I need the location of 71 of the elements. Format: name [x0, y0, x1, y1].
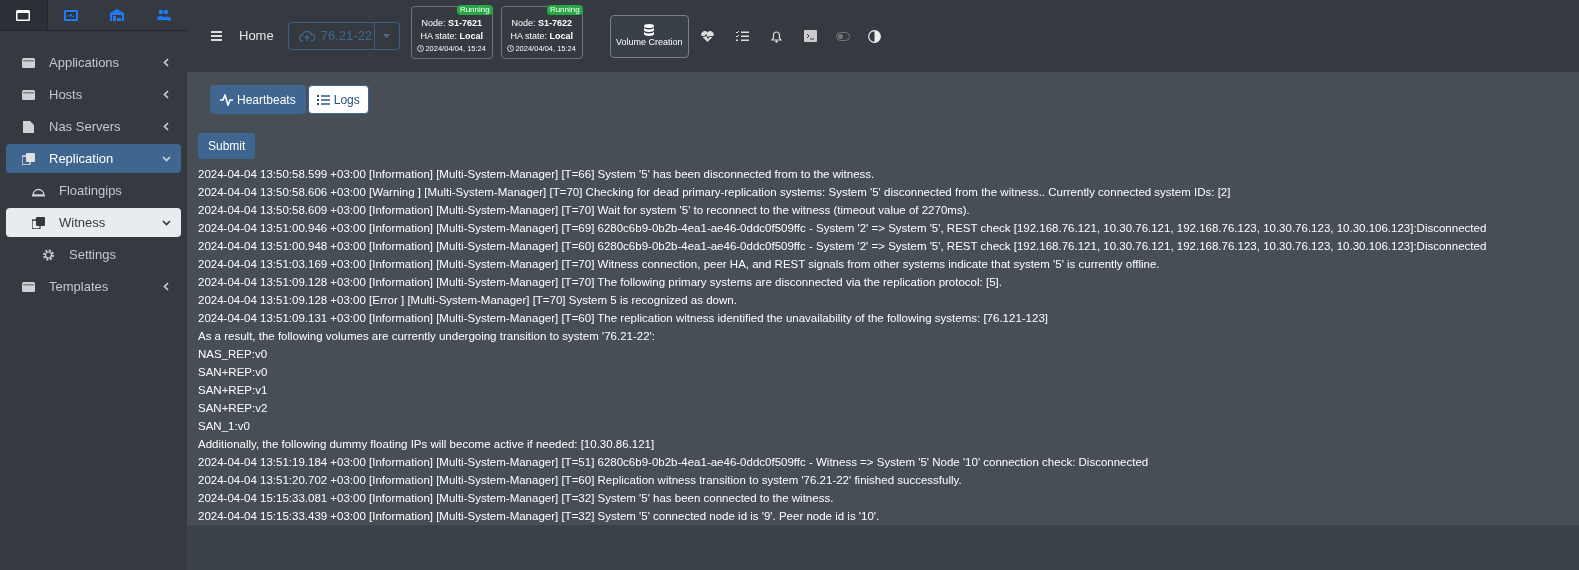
- gear-icon: [42, 248, 55, 261]
- checklist-icon[interactable]: [735, 30, 749, 42]
- window-icon: [16, 9, 31, 21]
- database-icon: [644, 23, 655, 36]
- tab[interactable]: Logs: [307, 85, 369, 114]
- terminal-icon[interactable]: [803, 30, 817, 42]
- chevron-left-icon: [163, 58, 169, 67]
- log-line: 2024-04-04 13:51:00.946 +03:00 [Information] [Multi-System-Manager] [T=69] 6280c6b9-0b2b-4ea1-ae46-0ddc0f509ffc - System '2' => System '5', REST check [192.168.76.121, 10.30.76.121, 192.168.76.123, 10.30.76.123, 10.30.106.123]:Disconnected: [198, 221, 1488, 236]
- copy-icon: [32, 216, 45, 229]
- volume-creation-button[interactable]: Volume Creation: [609, 14, 689, 58]
- log-line: SAN_1:v0: [198, 419, 251, 434]
- window-icon: [22, 88, 35, 101]
- log-line: SAN+REP:v1: [198, 383, 269, 398]
- log-line: 2024-04-04 13:50:58.599 +03:00 [Information] [Multi-System-Manager] [T=66] System '5' has been disconnected from to the witness.: [198, 167, 876, 182]
- log-line: Additionally, the following dummy floating IPs will become active if needed: [10.30.86.121]: [198, 437, 656, 452]
- list-icon: [316, 93, 330, 106]
- log-line: 2024-04-04 13:51:00.948 +03:00 [Information] [Multi-System-Manager] [T=60] 6280c6b9-0b2b-4ea1-ae46-0ddc0f509ffc - System '2' => System '5', REST check [192.168.76.121, 10.30.76.121, 192.168.76.123, 10.30.76.123, 10.30.106.123]:Disconnected: [198, 239, 1488, 254]
- sidebar-item[interactable]: Replication: [6, 144, 181, 173]
- menu-icon[interactable]: [211, 31, 222, 41]
- file-icon: [22, 120, 35, 133]
- window-icon: [22, 280, 35, 293]
- log-line: 2024-04-04 13:51:09.128 +03:00 [Error ] [Multi-System-Manager] [T=70] System 5 is recognized as down.: [198, 293, 738, 308]
- chevron-left-icon: [163, 90, 169, 99]
- bell-icon[interactable]: [770, 29, 782, 43]
- clock-icon: [507, 45, 515, 52]
- log-line: SAN+REP:v0: [198, 365, 269, 380]
- sidebar-item[interactable]: Floatingips: [6, 176, 181, 205]
- log-line: 2024-04-04 13:51:19.184 +03:00 [Information] [Multi-System-Manager] [T=51] 6280c6b9-0b2b-4ea1-ae46-0ddc0f509ffc - Witness => System '5' Node '10' connection check: Disconnected: [198, 455, 1150, 470]
- log-line: 2024-04-04 13:51:09.128 +03:00 [Information] [Multi-System-Manager] [T=70] The following primary systems are disconnected via the replication protocol: [5].: [198, 275, 1003, 290]
- log-line: NAS_REP:v0: [198, 347, 269, 362]
- warehouse-icon: [110, 9, 125, 21]
- sidebar-tab[interactable]: [0, 0, 48, 30]
- chevron-left-icon: [163, 282, 169, 291]
- log-line: 2024-04-04 15:15:33.081 +03:00 [Information] [Multi-System-Manager] [T=32] System '5' has been connected to the witness.: [198, 491, 835, 506]
- copy-icon: [22, 152, 35, 165]
- ha-state: HA state: Local: [510, 31, 573, 41]
- log-line: 2024-04-04 15:15:33.439 +03:00 [Information] [Multi-System-Manager] [T=32] System '5' connected node id is '9'. Peer node id is '10'.: [198, 509, 881, 524]
- sidebar-item[interactable]: Witness: [6, 208, 181, 237]
- toggle-icon[interactable]: [835, 31, 850, 41]
- sidebar-item[interactable]: Settings: [6, 240, 181, 269]
- log-line: SAN+REP:v2: [198, 401, 269, 416]
- pulse-icon: [220, 93, 233, 106]
- log-line: 2024-04-04 13:51:03.169 +03:00 [Information] [Multi-System-Manager] [T=70] Witness connection, peer HA, and REST signals from other systems indicate that system '5' is currently offline.: [198, 257, 1161, 272]
- log-line: As a result, the following volumes are currently undergoing transition to system '76.21-22':: [198, 329, 656, 344]
- contrast-icon[interactable]: [867, 29, 881, 43]
- chevron-left-icon: [163, 122, 169, 131]
- ha-state: HA state: Local: [420, 31, 483, 41]
- sidebar-item[interactable]: Nas Servers: [6, 112, 181, 141]
- node-name: Node: S1-7622: [511, 18, 572, 28]
- status-badge: Running: [546, 5, 583, 15]
- heart-pulse-icon[interactable]: [700, 30, 714, 42]
- sidebar-item[interactable]: Hosts: [6, 80, 181, 109]
- chevron-down-icon: [162, 155, 171, 162]
- submit-button[interactable]: Submit: [198, 133, 256, 159]
- log-line: 2024-04-04 13:51:20.702 +03:00 [Information] [Multi-System-Manager] [T=60] Replication witness transition to system '76.21-22' finished successfully.: [198, 473, 963, 488]
- sidebar-item[interactable]: Templates: [6, 272, 181, 301]
- cloud-upload-icon: [298, 30, 315, 42]
- chevron-down-icon: [162, 219, 171, 226]
- clock-icon: [417, 45, 425, 52]
- node-name: Node: S1-7621: [421, 18, 482, 28]
- caret-icon: [383, 34, 391, 38]
- monitor-icon: [63, 9, 78, 21]
- window-icon: [22, 56, 35, 69]
- home-link[interactable]: Home: [239, 26, 274, 46]
- log-line: 2024-04-04 13:51:09.131 +03:00 [Information] [Multi-System-Manager] [T=60] The replication witness identified the unavailability of the following systems: [76.121-123]: [198, 311, 1049, 326]
- log-line: 2024-04-04 13:50:58.606 +03:00 [Warning ] [Multi-System-Manager] [T=70] Checking for dead primary-replication systems: System '5' disconnected from the witness.. Currently connected system IDs: [2]: [198, 185, 1232, 200]
- log-line: 2024-04-04 13:50:58.609 +03:00 [Information] [Multi-System-Manager] [T=70] Wait for system '5' to reconnect to the witness (timeout value of 2270ms).: [198, 203, 971, 218]
- sidebar-item[interactable]: Applications: [6, 48, 181, 77]
- users-gear-icon: [156, 9, 171, 21]
- tab[interactable]: Heartbeats: [210, 85, 306, 114]
- status-badge: Running: [456, 5, 493, 15]
